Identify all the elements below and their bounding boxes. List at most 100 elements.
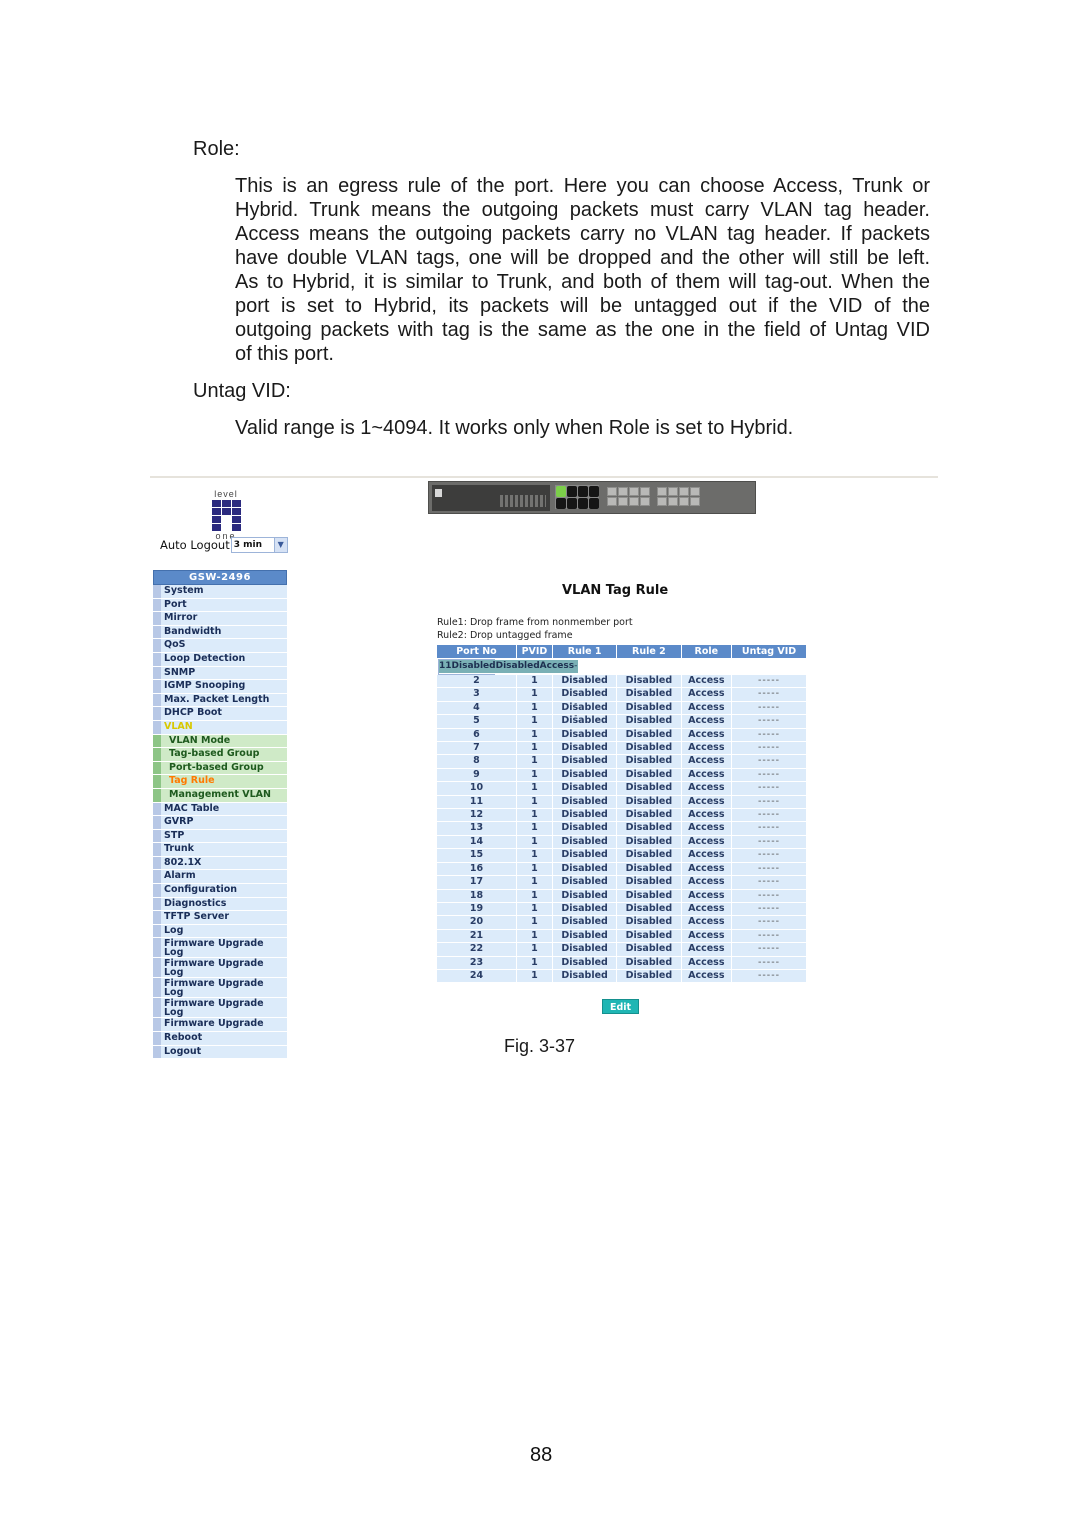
- port-icon[interactable]: [629, 497, 639, 506]
- port-icon[interactable]: [629, 487, 639, 496]
- port-icon[interactable]: [607, 487, 617, 496]
- table-cell: 1: [516, 809, 552, 823]
- sidebar-item-firmware-upgrade[interactable]: Firmware Upgrade Log: [153, 978, 287, 999]
- sidebar-item-port[interactable]: Port: [153, 598, 287, 613]
- port-icon[interactable]: [679, 497, 689, 506]
- sidebar-item-mirror[interactable]: Mirror: [153, 612, 287, 626]
- port-icon[interactable]: [607, 497, 617, 506]
- sidebar-item-vlan-mode[interactable]: VLAN Mode: [153, 734, 287, 749]
- table-row[interactable]: 3 1 Disabled Disabled Access -----: [437, 688, 806, 702]
- table-row[interactable]: 5 1 Disabled Disabled Access -----: [437, 715, 806, 729]
- table-row[interactable]: 17 1 Disabled Disabled Access -----: [437, 876, 806, 890]
- port-icon[interactable]: [589, 498, 599, 509]
- port-icon[interactable]: [578, 486, 588, 497]
- port-icon[interactable]: [668, 487, 678, 496]
- table-row[interactable]: 24 1 Disabled Disabled Access -----: [437, 969, 806, 984]
- table-row[interactable]: 1 1 Disabled Disabled Access -----: [438, 659, 579, 721]
- table-row[interactable]: 13 1 Disabled Disabled Access -----: [437, 822, 806, 836]
- port-icon[interactable]: [668, 497, 678, 506]
- table-row[interactable]: 19 1 Disabled Disabled Access -----: [437, 902, 806, 917]
- table-row[interactable]: 9 1 Disabled Disabled Access -----: [437, 768, 806, 783]
- table-row[interactable]: 6 1 Disabled Disabled Access -----: [437, 728, 806, 743]
- table-cell: 13: [437, 822, 516, 836]
- sidebar-item-gvrp[interactable]: GVRP: [153, 816, 287, 830]
- sidebar-item-diagnostics[interactable]: Diagnostics: [153, 897, 287, 912]
- sidebar-item-alarm[interactable]: Alarm: [153, 870, 287, 885]
- sidebar-item-tag-rule[interactable]: Tag Rule: [153, 775, 287, 789]
- sidebar-item-bandwidth[interactable]: Bandwidth: [153, 625, 287, 640]
- sidebar-item-label: Firmware Upgrade Log: [164, 938, 264, 959]
- port-icon[interactable]: [567, 498, 577, 509]
- table-cell: Disabled: [552, 849, 617, 863]
- sidebar-item-tftp-server[interactable]: TFTP Server: [153, 911, 287, 925]
- port-icon[interactable]: [556, 498, 566, 509]
- table-row[interactable]: 8 1 Disabled Disabled Access -----: [437, 755, 806, 769]
- table-row[interactable]: 23 1 Disabled Disabled Access -----: [437, 956, 806, 970]
- sidebar-item-loop-detection[interactable]: Loop Detection: [153, 652, 287, 667]
- edit-button[interactable]: Edit: [602, 999, 639, 1014]
- table-cell: Disabled: [552, 916, 617, 930]
- sidebar-item-tag-based-group[interactable]: Tag-based Group: [153, 748, 287, 762]
- table-row[interactable]: 7 1 Disabled Disabled Access -----: [437, 742, 806, 756]
- sidebar-item-firmware-upgrade[interactable]: Firmware Upgrade Log: [153, 998, 287, 1019]
- table-row[interactable]: 22 1 Disabled Disabled Access -----: [437, 943, 806, 957]
- table-row[interactable]: 16 1 Disabled Disabled Access -----: [437, 862, 806, 877]
- port-icon[interactable]: [690, 487, 700, 496]
- sidebar-item-label: TFTP Server: [164, 911, 230, 923]
- port-icon[interactable]: [567, 486, 577, 497]
- table-cell: 20: [437, 916, 516, 930]
- table-cell: Access: [681, 902, 732, 917]
- port-icon[interactable]: [657, 487, 667, 496]
- port-icon[interactable]: [679, 487, 689, 496]
- sidebar-item-firmware-upgrade[interactable]: Firmware Upgrade: [153, 1018, 287, 1033]
- sidebar-item-vlan[interactable]: VLAN: [153, 720, 287, 735]
- table-row[interactable]: 11 1 Disabled Disabled Access -----: [437, 795, 806, 810]
- port-icon[interactable]: [618, 497, 628, 506]
- table-row[interactable]: 4 1 Disabled Disabled Access -----: [437, 701, 806, 716]
- table-row[interactable]: 20 1 Disabled Disabled Access -----: [437, 916, 806, 930]
- sidebar-item-snmp[interactable]: SNMP: [153, 666, 287, 681]
- sidebar-item-firmware-upgrade[interactable]: Firmware Upgrade Log: [153, 958, 287, 979]
- sidebar-item-stp[interactable]: STP: [153, 829, 287, 844]
- sidebar-item-log[interactable]: Log: [153, 924, 287, 939]
- auto-logout-select[interactable]: 3 min ▼: [230, 537, 288, 553]
- sidebar-item-802-1x[interactable]: 802.1X: [153, 856, 287, 871]
- figure-caption: Fig. 3-37: [504, 1036, 576, 1056]
- port-icon[interactable]: [640, 497, 650, 506]
- chevron-down-icon[interactable]: ▼: [273, 538, 287, 552]
- sidebar-item-qos[interactable]: QoS: [153, 639, 287, 653]
- port-icon[interactable]: [618, 487, 628, 496]
- port-icon[interactable]: [589, 486, 599, 497]
- port-icon[interactable]: [578, 498, 588, 509]
- sidebar-item-logout[interactable]: Logout: [153, 1045, 287, 1060]
- table-cell: Access: [681, 809, 732, 823]
- switch-leds: [500, 495, 546, 507]
- port-icon-active[interactable]: [556, 486, 566, 497]
- sidebar-item-port-based-group[interactable]: Port-based Group: [153, 761, 287, 776]
- table-row[interactable]: 21 1 Disabled Disabled Access -----: [437, 929, 806, 944]
- sidebar-item-igmp-snooping[interactable]: IGMP Snooping: [153, 680, 287, 694]
- table-row[interactable]: 10 1 Disabled Disabled Access -----: [437, 782, 806, 796]
- port-icon[interactable]: [690, 497, 700, 506]
- sidebar-item-label: Management VLAN: [169, 788, 271, 800]
- port-icon[interactable]: [657, 497, 667, 506]
- table-cell: -----: [732, 956, 806, 970]
- sidebar-item-marker: [153, 998, 161, 1018]
- sidebar-item-mac-table[interactable]: MAC Table: [153, 802, 287, 817]
- table-cell: Disabled: [617, 835, 681, 850]
- table-row[interactable]: 14 1 Disabled Disabled Access -----: [437, 835, 806, 850]
- sidebar-item-trunk[interactable]: Trunk: [153, 843, 287, 857]
- sidebar-item-configuration[interactable]: Configuration: [153, 884, 287, 898]
- table-cell: Access: [681, 916, 732, 930]
- sidebar-item-management-vlan[interactable]: Management VLAN: [153, 788, 287, 803]
- sidebar-item-reboot[interactable]: Reboot: [153, 1032, 287, 1046]
- sidebar-item-dhcp-boot[interactable]: DHCP Boot: [153, 707, 287, 721]
- table-row[interactable]: 2 1 Disabled Disabled Access -----: [437, 675, 806, 689]
- sidebar-item-system[interactable]: System: [153, 585, 287, 599]
- port-icon[interactable]: [640, 487, 650, 496]
- sidebar-item-max-packet-length[interactable]: Max. Packet Length: [153, 693, 287, 708]
- table-row[interactable]: 18 1 Disabled Disabled Access -----: [437, 889, 806, 903]
- sidebar-item-firmware-upgrade[interactable]: Firmware Upgrade Log: [153, 938, 287, 959]
- table-row[interactable]: 12 1 Disabled Disabled Access -----: [437, 809, 806, 823]
- table-row[interactable]: 15 1 Disabled Disabled Access -----: [437, 849, 806, 863]
